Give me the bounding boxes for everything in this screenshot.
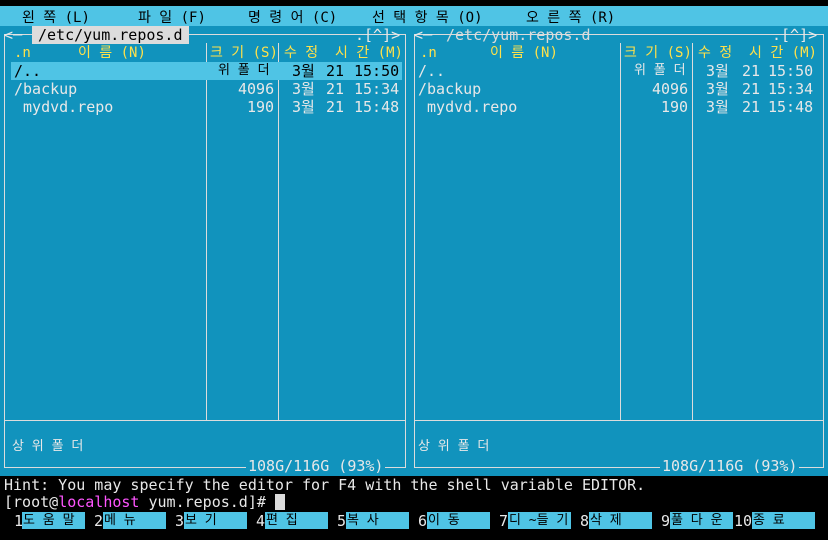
disk-usage: 108G/116G (93%) (246, 457, 386, 475)
panel-status: 상 위 폴 더 (418, 439, 490, 454)
menu-options[interactable]: 선 택 항 목 (O) (372, 7, 483, 27)
fkey-number: 4 (256, 512, 266, 530)
text-cursor (274, 494, 285, 510)
prompt-dir: yum.repos.d]# (139, 493, 275, 511)
sort-indicator[interactable]: .n (420, 44, 437, 62)
menu-left[interactable]: 왼 쪽 (L) (22, 7, 90, 27)
file-day: 21 (326, 80, 345, 98)
file-time: 15:34 (768, 80, 814, 98)
file-time: 15:34 (354, 80, 400, 98)
status-separator (415, 420, 823, 421)
file-month: 3월 (706, 80, 729, 98)
prompt-user: [root@ (4, 493, 59, 511)
file-name[interactable]: /backup (418, 80, 481, 98)
fkey-pulldown[interactable]: 풀 다 운 (670, 512, 733, 529)
panel-corner-right[interactable]: .[^]> (355, 26, 400, 44)
prompt-host: localhost (58, 493, 140, 511)
fkey-move[interactable]: 이 동 (427, 512, 490, 529)
panel-path[interactable]: /etc/yum.repos.d (446, 26, 591, 44)
file-month: 3월 (292, 98, 315, 116)
file-day: 21 (326, 98, 345, 116)
column-mtime-header[interactable]: 수 정 시 간 (M) (284, 44, 403, 62)
file-time: 15:48 (768, 98, 814, 116)
column-name-header[interactable]: 이 름 (N) (490, 44, 558, 62)
panel-corner-left: <─ (414, 26, 433, 44)
menu-file[interactable]: 파 일 (F) (138, 7, 206, 27)
status-separator (5, 420, 405, 421)
fkey-help[interactable]: 도 움 말 (22, 512, 85, 529)
file-size: 190 (247, 98, 275, 116)
fkey-menu[interactable]: 메 뉴 (103, 512, 166, 529)
file-time: 15:50 (768, 62, 814, 80)
file-time: 15:50 (354, 62, 400, 80)
fkey-view[interactable]: 보 기 (184, 512, 247, 529)
file-size: 위 폴 더 (634, 63, 686, 78)
file-month: 3월 (706, 98, 729, 116)
file-size: 위 폴 더 (218, 63, 270, 78)
file-time: 15:48 (354, 98, 400, 116)
right-panel[interactable]: <─ /etc/yum.repos.d .[^]> .n 이 름 (N) 크 기… (410, 26, 828, 476)
file-name[interactable]: mydvd.repo (418, 98, 517, 116)
fkey-delete[interactable]: 삭 제 (589, 512, 652, 529)
column-name-header[interactable]: 이 름 (N) (78, 44, 146, 62)
col-separator (278, 43, 279, 420)
fkey-number: 6 (418, 512, 428, 530)
fkey-number: 5 (337, 512, 347, 530)
file-size: 4096 (238, 80, 275, 98)
file-size: 190 (661, 98, 689, 116)
file-name[interactable]: mydvd.repo (14, 98, 113, 116)
file-day: 21 (742, 98, 761, 116)
file-month: 3월 (706, 62, 729, 80)
col-separator (620, 43, 621, 420)
fkey-number: 7 (499, 512, 509, 530)
fkey-copy[interactable]: 복 사 (346, 512, 409, 529)
shell-prompt[interactable]: [root@localhost yum.repos.d]# (4, 493, 285, 511)
file-month: 3월 (292, 80, 315, 98)
fkey-number: 9 (661, 512, 671, 530)
panel-path[interactable]: /etc/yum.repos.d (32, 26, 189, 44)
column-size-header[interactable]: 크 기 (S) (624, 44, 692, 62)
fkey-number: 8 (580, 512, 590, 530)
disk-usage: 108G/116G (93%) (660, 457, 800, 475)
panel-corner-left: <─ (4, 26, 23, 44)
left-panel[interactable]: <─ /etc/yum.repos.d .[^]> .n 이 름 (N) 크 기… (0, 26, 410, 476)
panel-status: 상 위 폴 더 (12, 439, 84, 454)
fkey-number: 3 (175, 512, 185, 530)
menu-command[interactable]: 명 령 어 (C) (248, 7, 337, 27)
file-name[interactable]: /.. (418, 62, 445, 80)
file-name[interactable]: /backup (14, 80, 77, 98)
col-separator (206, 43, 207, 420)
fkey-number: 10 (734, 512, 753, 530)
panel-corner-right[interactable]: .[^]> (772, 26, 817, 44)
file-size: 4096 (652, 80, 689, 98)
sort-indicator[interactable]: .n (14, 44, 31, 62)
col-separator (692, 43, 693, 420)
file-month: 3월 (292, 62, 315, 80)
function-key-bar: 1 도 움 말 2 메 뉴 3 보 기 4 편 집 5 복 사 6 이 동 7 … (0, 512, 828, 530)
column-size-header[interactable]: 크 기 (S) (210, 44, 278, 62)
file-day: 21 (326, 62, 345, 80)
file-day: 21 (742, 80, 761, 98)
file-name[interactable]: /.. (14, 62, 41, 80)
fkey-number: 2 (94, 512, 104, 530)
file-day: 21 (742, 62, 761, 80)
menu-bar: 왼 쪽 (L) 파 일 (F) 명 령 어 (C) 선 택 항 목 (O) 오 … (0, 6, 828, 26)
column-mtime-header[interactable]: 수 정 시 간 (M) (698, 44, 817, 62)
menu-right[interactable]: 오 른 쪽 (R) (526, 7, 615, 27)
fkey-mkdir[interactable]: 디 ~들 기 (508, 512, 571, 529)
hint-line: Hint: You may specify the editor for F4 … (4, 476, 646, 494)
fkey-quit[interactable]: 종 료 (752, 512, 815, 529)
fkey-edit[interactable]: 편 집 (265, 512, 328, 529)
